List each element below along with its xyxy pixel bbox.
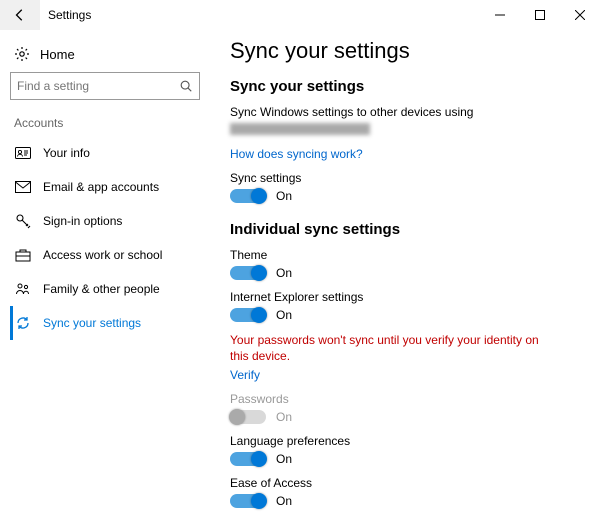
ease-label: Ease of Access xyxy=(230,476,580,490)
password-warning: Your passwords won't sync until you veri… xyxy=(230,332,550,364)
sync-icon xyxy=(15,315,31,331)
passwords-toggle xyxy=(230,410,266,424)
sidebar-item-your-info[interactable]: Your info xyxy=(10,136,200,170)
minimize-button[interactable] xyxy=(480,0,520,30)
sidebar-item-work-school[interactable]: Access work or school xyxy=(10,238,200,272)
group-label: Accounts xyxy=(10,116,200,136)
briefcase-icon xyxy=(15,247,31,263)
mail-icon xyxy=(15,179,31,195)
titlebar: Settings xyxy=(0,0,600,30)
ie-toggle[interactable] xyxy=(230,308,266,322)
home-label: Home xyxy=(40,47,75,62)
section-individual-title: Individual sync settings xyxy=(230,221,580,238)
page-title: Sync your settings xyxy=(230,38,580,64)
sidebar-item-label: Your info xyxy=(43,146,90,160)
ie-state: On xyxy=(276,308,292,322)
theme-toggle[interactable] xyxy=(230,266,266,280)
sidebar-item-label: Email & app accounts xyxy=(43,180,159,194)
ease-toggle[interactable] xyxy=(230,494,266,508)
sidebar-item-signin[interactable]: Sign-in options xyxy=(10,204,200,238)
search-box[interactable] xyxy=(10,72,200,100)
search-input[interactable] xyxy=(17,79,179,93)
arrow-left-icon xyxy=(13,8,27,22)
theme-state: On xyxy=(276,266,292,280)
language-label: Language preferences xyxy=(230,434,580,448)
verify-link[interactable]: Verify xyxy=(230,368,580,382)
sidebar-item-sync[interactable]: Sync your settings xyxy=(10,306,200,340)
home-button[interactable]: Home xyxy=(10,40,200,72)
sidebar: Home Accounts Your info Email & app acco… xyxy=(0,30,210,516)
help-link[interactable]: How does syncing work? xyxy=(230,147,580,161)
content-pane: Sync your settings Sync your settings Sy… xyxy=(210,30,600,516)
minimize-icon xyxy=(495,10,505,20)
sidebar-item-email[interactable]: Email & app accounts xyxy=(10,170,200,204)
sync-settings-label: Sync settings xyxy=(230,171,580,185)
language-state: On xyxy=(276,452,292,466)
ease-state: On xyxy=(276,494,292,508)
sidebar-item-label: Sign-in options xyxy=(43,214,122,228)
sidebar-item-family[interactable]: Family & other people xyxy=(10,272,200,306)
window-title: Settings xyxy=(40,0,480,30)
theme-label: Theme xyxy=(230,248,580,262)
section-sync-desc: Sync Windows settings to other devices u… xyxy=(230,105,580,119)
people-icon xyxy=(15,281,31,297)
maximize-button[interactable] xyxy=(520,0,560,30)
passwords-state: On xyxy=(276,410,292,424)
passwords-label: Passwords xyxy=(230,392,580,406)
redacted-account xyxy=(230,123,370,135)
sidebar-item-label: Family & other people xyxy=(43,282,160,296)
language-toggle[interactable] xyxy=(230,452,266,466)
search-icon xyxy=(179,79,193,93)
sync-settings-toggle[interactable] xyxy=(230,189,266,203)
back-button[interactable] xyxy=(0,0,40,30)
person-card-icon xyxy=(15,145,31,161)
sidebar-item-label: Access work or school xyxy=(43,248,162,262)
maximize-icon xyxy=(535,10,545,20)
sync-settings-state: On xyxy=(276,189,292,203)
key-icon xyxy=(15,213,31,229)
section-sync-title: Sync your settings xyxy=(230,78,580,95)
close-icon xyxy=(575,10,585,20)
sidebar-item-label: Sync your settings xyxy=(43,316,141,330)
gear-icon xyxy=(14,46,30,62)
ie-label: Internet Explorer settings xyxy=(230,290,580,304)
close-button[interactable] xyxy=(560,0,600,30)
